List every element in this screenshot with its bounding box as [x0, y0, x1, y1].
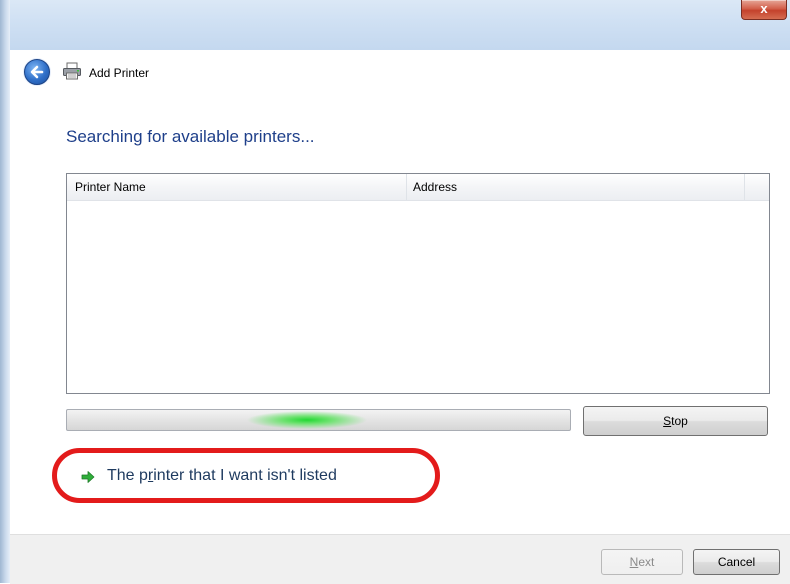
window-title: Add Printer	[89, 66, 150, 80]
search-progress-bar	[66, 409, 571, 431]
printer-icon	[63, 62, 81, 80]
back-button[interactable]	[24, 59, 50, 85]
stop-mnemonic: S	[663, 414, 672, 428]
column-header-address[interactable]: Address	[413, 174, 457, 200]
column-divider[interactable]	[744, 174, 745, 200]
back-arrow-icon	[30, 65, 44, 79]
next-button[interactable]: Next	[601, 549, 683, 575]
close-icon: x	[760, 1, 768, 16]
navigation-bar: Add Printer	[10, 50, 790, 95]
next-label: ext	[638, 555, 655, 569]
add-printer-window: x Add Printer Searching for available pr…	[10, 0, 790, 584]
list-header: Printer Name Address	[67, 174, 769, 201]
printer-list[interactable]: Printer Name Address	[66, 173, 770, 394]
progress-marquee	[247, 410, 367, 430]
button-bar: Next Cancel	[10, 534, 790, 584]
page-heading: Searching for available printers...	[66, 127, 315, 146]
close-button[interactable]: x	[741, 0, 787, 20]
cancel-button[interactable]: Cancel	[693, 549, 780, 575]
title-bar: x	[10, 0, 790, 50]
column-divider[interactable]	[406, 174, 407, 200]
stop-label: top	[671, 414, 688, 428]
stop-button[interactable]: Stop	[583, 406, 768, 436]
column-header-printer-name[interactable]: Printer Name	[75, 174, 146, 200]
highlight-annotation	[52, 448, 440, 503]
